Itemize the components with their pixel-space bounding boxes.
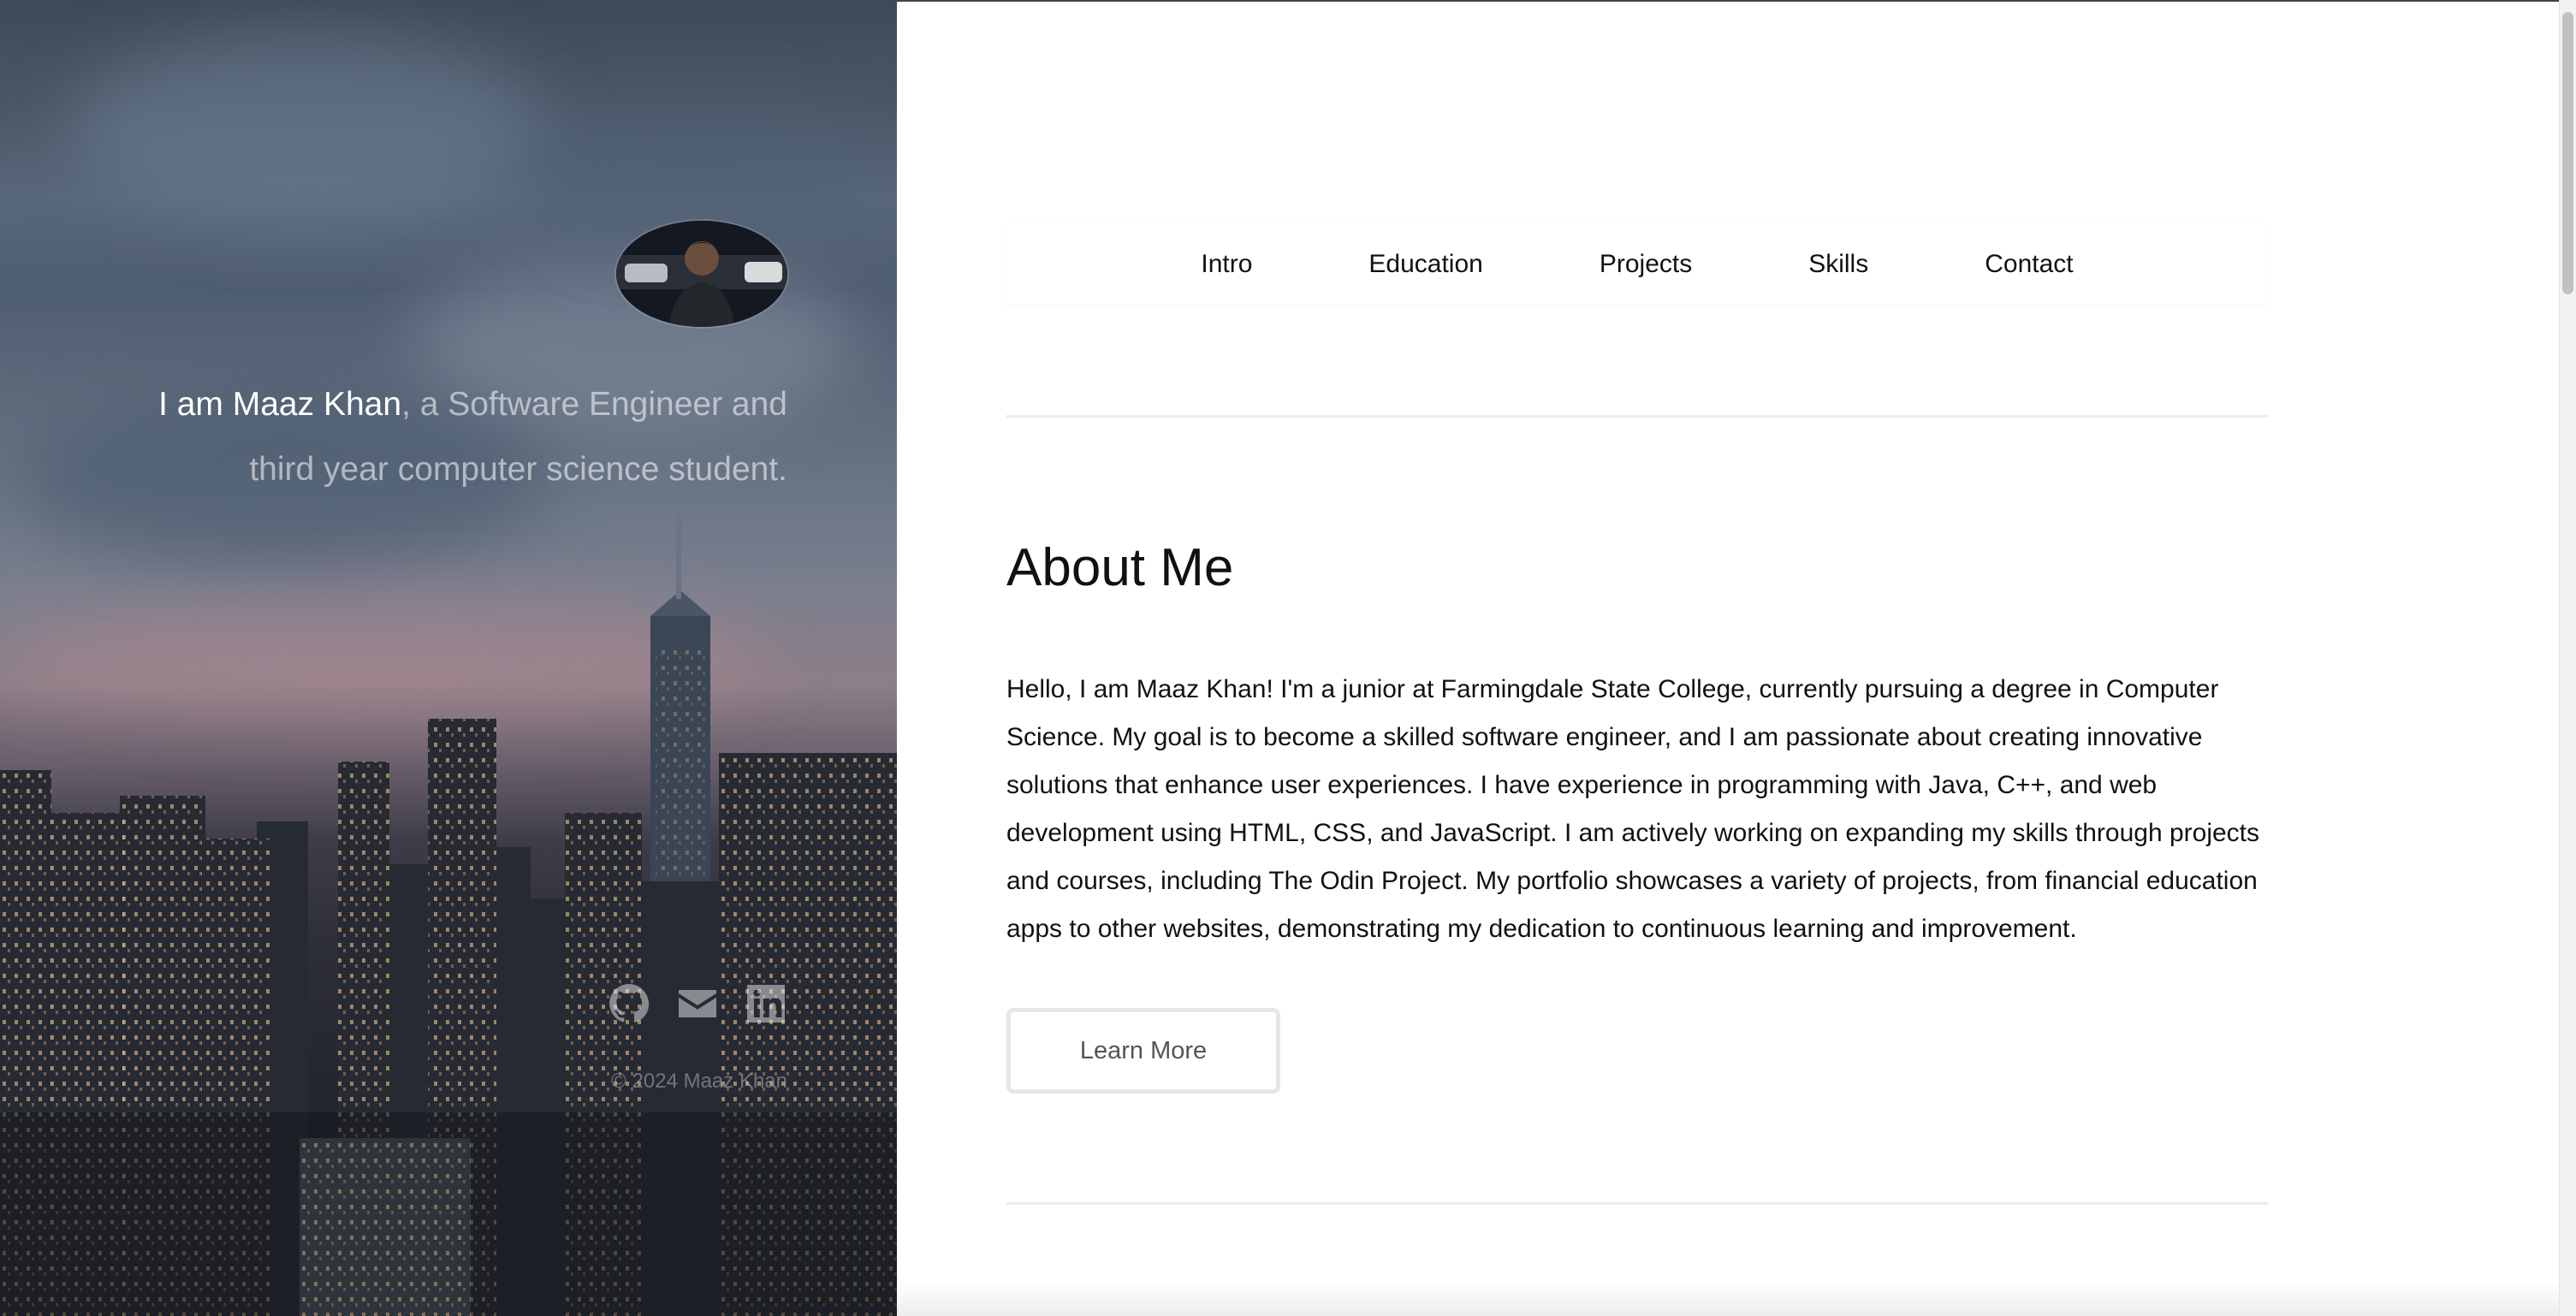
nav-item-contact[interactable]: Contact <box>1926 250 2131 279</box>
learn-more-button[interactable]: Learn More <box>1006 1008 1280 1094</box>
hero-panel: I am Maaz Khan, a Software Engineer and … <box>0 0 897 1316</box>
nav-item-intro[interactable]: Intro <box>1143 250 1310 279</box>
city-skyline-background <box>0 513 897 1316</box>
section-divider <box>1006 415 2268 418</box>
linkedin-icon[interactable] <box>745 982 787 1025</box>
bottom-fade <box>897 1282 2559 1316</box>
nav-item-skills[interactable]: Skills <box>1750 250 1926 279</box>
social-links <box>608 982 787 1025</box>
scrollbar-thumb[interactable] <box>2562 12 2573 294</box>
section-title-about: About Me <box>1006 538 1234 597</box>
avatar <box>616 221 787 327</box>
hero-intro: I am Maaz Khan, a Software Engineer and … <box>86 372 787 502</box>
main-content: Intro Education Projects Skills Contact … <box>897 0 2576 1316</box>
window-top-border <box>897 0 2576 2</box>
section-divider <box>1006 1202 2268 1205</box>
about-paragraph: Hello, I am Maaz Khan! I'm a junior at F… <box>1006 675 2260 943</box>
copyright-text: © 2024 Maaz Khan <box>611 1070 787 1093</box>
github-icon[interactable] <box>608 982 650 1025</box>
hero-name: I am Maaz Khan <box>158 386 402 423</box>
main-nav: Intro Education Projects Skills Contact <box>1006 224 2268 305</box>
mail-icon[interactable] <box>676 982 719 1025</box>
nav-item-education[interactable]: Education <box>1310 250 1540 279</box>
scrollbar[interactable] <box>2559 0 2576 1316</box>
avatar-photo <box>616 221 787 327</box>
nav-item-projects[interactable]: Projects <box>1541 250 1750 279</box>
